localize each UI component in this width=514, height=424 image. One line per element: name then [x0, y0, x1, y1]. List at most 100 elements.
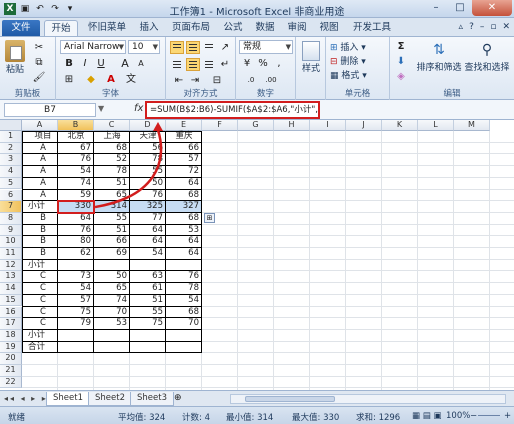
select-all-corner[interactable] [0, 120, 22, 131]
wrap-text-icon[interactable]: ↵ [218, 58, 232, 72]
column-header-g[interactable]: G [238, 120, 274, 131]
bold-button[interactable]: B [62, 57, 76, 71]
maximize-button[interactable]: □ [448, 0, 472, 16]
row-header-1[interactable]: 1 [0, 131, 22, 143]
row-header-17[interactable]: 17 [0, 318, 22, 330]
zoom-slider[interactable] [478, 415, 500, 416]
tab-review[interactable]: 审阅 [282, 20, 312, 36]
column-header-i[interactable]: I [310, 120, 346, 131]
cell-d22[interactable] [130, 377, 166, 389]
cell-a20[interactable] [22, 353, 58, 365]
column-header-a[interactable]: A [22, 120, 58, 131]
sort-filter-button[interactable]: ⇅ 排序和筛选 [414, 40, 464, 73]
auto-fill-options-icon[interactable]: ⊞ [204, 212, 215, 223]
column-header-b[interactable]: B [58, 120, 94, 131]
styles-button[interactable]: 样式 [298, 41, 324, 74]
row-header-12[interactable]: 12 [0, 259, 22, 272]
row-header-19[interactable]: 19 [0, 341, 22, 354]
merge-center-icon[interactable]: ⊟ [210, 74, 224, 88]
cell-a21[interactable] [22, 365, 58, 377]
column-header-e[interactable]: E [166, 120, 202, 131]
workbook-close-icon[interactable]: ✕ [502, 22, 510, 32]
sheet-tab-sheet3[interactable]: Sheet3 [130, 392, 174, 406]
cell-d21[interactable] [130, 365, 166, 377]
tab-home[interactable]: 开始 [44, 20, 78, 36]
row-header-4[interactable]: 4 [0, 166, 22, 178]
cell-b21[interactable] [58, 365, 94, 377]
increase-decimal-icon[interactable]: .0 [244, 73, 258, 87]
paste-button[interactable]: 粘贴 [4, 40, 26, 75]
tab-data[interactable]: 数据 [250, 20, 280, 36]
row-header-20[interactable]: 20 [0, 353, 22, 365]
zoom-in-button[interactable]: + [504, 411, 511, 421]
cell-b20[interactable] [58, 353, 94, 365]
align-bottom-button[interactable] [202, 41, 216, 54]
cell-e20[interactable] [166, 353, 202, 365]
fill-color-icon[interactable]: ◆ [84, 73, 98, 87]
scroll-thumb[interactable] [245, 396, 335, 402]
cell-c22[interactable] [94, 377, 130, 389]
column-header-f[interactable]: F [202, 120, 238, 131]
column-header-c[interactable]: C [94, 120, 130, 131]
currency-icon[interactable]: ¥ [240, 57, 254, 71]
tab-view[interactable]: 视图 [314, 20, 344, 36]
cell-c20[interactable] [94, 353, 130, 365]
row-header-15[interactable]: 15 [0, 294, 22, 307]
italic-button[interactable]: I [78, 57, 92, 71]
cut-icon[interactable]: ✂ [32, 41, 46, 55]
borders-icon[interactable]: ⊞ [62, 73, 76, 87]
column-header-h[interactable]: H [274, 120, 310, 131]
autosum-button[interactable]: Σ [394, 40, 408, 54]
row-header-22[interactable]: 22 [0, 376, 22, 389]
workbook-restore-icon[interactable]: ▫ [490, 22, 496, 32]
row-header-2[interactable]: 2 [0, 142, 22, 155]
shrink-font-button[interactable]: A [134, 57, 148, 71]
horizontal-scrollbar[interactable] [230, 394, 506, 404]
zoom-level[interactable]: 100% [446, 411, 470, 421]
row-header-18[interactable]: 18 [0, 329, 22, 342]
align-top-button[interactable] [170, 41, 184, 54]
sheet-tab-sheet1[interactable]: Sheet1 [46, 392, 90, 406]
tab-formulas[interactable]: 公式 [218, 20, 248, 36]
row-header-16[interactable]: 16 [0, 306, 22, 319]
column-header-m[interactable]: M [454, 120, 490, 131]
comma-style-icon[interactable]: , [272, 57, 286, 71]
format-cells-button[interactable]: ▦ 格式 ▾ [330, 68, 367, 81]
tab-file[interactable]: 文件 [2, 20, 40, 36]
insert-cells-button[interactable]: ⊞ 插入 ▾ [330, 40, 366, 53]
workbook-minimize-icon[interactable]: – [480, 22, 485, 32]
view-buttons[interactable]: ▦ ▤ ▣ [412, 411, 442, 421]
column-header-j[interactable]: J [346, 120, 382, 131]
cell-c21[interactable] [94, 365, 130, 377]
delete-cells-button[interactable]: ⊟ 删除 ▾ [330, 54, 366, 67]
row-header-6[interactable]: 6 [0, 189, 22, 202]
new-sheet-icon[interactable]: ⊕ [174, 393, 182, 403]
cell-a22[interactable] [22, 377, 58, 389]
insert-function-icon[interactable]: fx [134, 103, 143, 114]
align-left-button[interactable] [170, 58, 184, 71]
row-header-8[interactable]: 8 [0, 212, 22, 225]
row-header-7[interactable]: 7 [0, 201, 22, 213]
font-name-select[interactable]: Arial Narrow ▼ [60, 40, 126, 54]
row-header-14[interactable]: 14 [0, 283, 22, 295]
increase-indent-icon[interactable]: ⇥ [188, 74, 202, 88]
tab-page-layout[interactable]: 页面布局 [166, 20, 216, 36]
help-icon[interactable]: ? [469, 22, 474, 32]
worksheet-grid[interactable]: ABCDEFGHIJKLM 1 2 3 4 5 6 7 8 9 10 11 12 13 14 15 16 17 1… [0, 120, 514, 390]
sheet-tab-sheet2[interactable]: Sheet2 [88, 392, 132, 406]
find-select-button[interactable]: ⚲ 查找和选择 [462, 40, 512, 73]
formula-input[interactable]: =SUM(B$2:B6)-SUMIF($A$2:$A6,"小计",B$2:B6)… [145, 101, 320, 119]
zoom-out-button[interactable]: − [470, 411, 477, 421]
row-header-21[interactable]: 21 [0, 365, 22, 377]
row-header-11[interactable]: 11 [0, 248, 22, 260]
decrease-decimal-icon[interactable]: .00 [264, 73, 278, 87]
ribbon-collapse-icon[interactable]: ▵ [459, 22, 464, 32]
clear-icon[interactable]: ◈ [394, 70, 408, 84]
orientation-icon[interactable]: ↗ [218, 41, 232, 55]
align-center-button[interactable] [186, 58, 200, 71]
row-header-9[interactable]: 9 [0, 224, 22, 237]
underline-button[interactable]: U [94, 57, 108, 71]
name-box-dropdown-icon[interactable]: ▼ [98, 104, 104, 113]
column-header-k[interactable]: K [382, 120, 418, 131]
tab-developer[interactable]: 开发工具 [348, 20, 396, 36]
